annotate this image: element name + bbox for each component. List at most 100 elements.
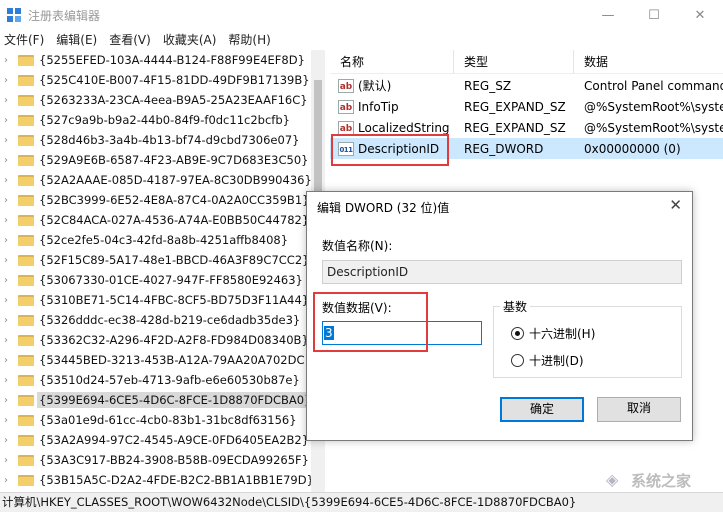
tree-scrollbar-thumb[interactable] [314,80,322,200]
value-name: (默认) [358,79,392,93]
maximize-button[interactable]: ☐ [631,0,677,30]
string-value-icon: ab [338,78,354,93]
tree-item[interactable]: › {5263233A-23CA-4eea-B9A5-25A23EAAF16C} [0,90,324,110]
value-name-cell: ab (默认) [330,77,454,94]
regedit-app-icon [7,8,21,22]
expand-chevron-icon[interactable]: › [0,335,16,346]
menu-edit[interactable]: 编辑(E) [50,30,103,50]
tree-item[interactable]: › {5399E694-6CE5-4D6C-8FCE-1D8870FDCBA0} [0,390,324,410]
edit-dword-dialog: 编辑 DWORD (32 位)值 ✕ 数值名称(N): DescriptionI… [306,191,693,441]
expand-chevron-icon[interactable]: › [0,395,16,406]
tree-item-label: {53a01e9d-61cc-4cb0-83b1-31bc8df63156} [39,413,297,427]
tree-item[interactable]: › {53a01e9d-61cc-4cb0-83b1-31bc8df63156} [0,410,324,430]
tree-item[interactable]: › {52BC3999-6E52-4E8A-87C4-0A2A0CC359B1} [0,190,324,210]
expand-chevron-icon[interactable]: › [0,375,16,386]
key-tree: › {5255EFED-103A-4444-B124-F88F99E4EF8D} ›… [0,50,325,492]
string-value-icon: ab [338,99,354,114]
expand-chevron-icon[interactable]: › [0,135,16,146]
tree-item[interactable]: › {53445BED-3213-453B-A12A-79AA20A702DC} [0,350,324,370]
tree-item-label: {53067330-01CE-4027-947F-FF8580E92463} [39,273,303,287]
tree-item-label: {527c9a9b-b9a2-44b0-84f9-f0dc11c2bcfb} [39,113,290,127]
annotation-box-value-data [313,292,428,352]
ok-button[interactable]: 确定 [500,397,584,422]
value-name-field: DescriptionID [322,260,682,284]
tree-item-label: {53362C32-A296-4F2D-A2F8-FD984D08340B} [39,333,309,347]
watermark-text: 系统之家 [631,471,692,490]
column-header-type[interactable]: 类型 [454,50,574,74]
tree-item[interactable]: › {53B15A5C-D2A2-4FDE-B2C2-BB1A1BB1E79D} [0,470,324,490]
dialog-close-icon[interactable]: ✕ [669,196,682,214]
tree-item-label: {5326dddc-ec38-428d-b219-ce6dadb35de3} [39,313,301,327]
expand-chevron-icon[interactable]: › [0,215,16,226]
tree-item[interactable]: › {53067330-01CE-4027-947F-FF8580E92463} [0,270,324,290]
tree-item-label: {529A9E6B-6587-4F23-AB9E-9C7D683E3C50} [39,153,309,167]
tree-item[interactable]: › {52C84ACA-027A-4536-A74A-E0BB50C44782} [0,210,324,230]
tree-item[interactable]: › {53A2A994-97C2-4545-A9CE-0FD6405EA2B2} [0,430,324,450]
menu-help[interactable]: 帮助(H) [222,30,276,50]
menu-favorites[interactable]: 收藏夹(A) [157,30,223,50]
column-header-name[interactable]: 名称 [330,50,454,74]
minimize-button[interactable]: — [585,0,631,30]
expand-chevron-icon[interactable]: › [0,175,16,186]
tree-item-label: {5399E694-6CE5-4D6C-8FCE-1D8870FDCBA0} [37,392,314,408]
folder-icon [18,54,34,66]
close-button[interactable]: ✕ [677,0,723,30]
expand-chevron-icon[interactable]: › [0,275,16,286]
expand-chevron-icon[interactable]: › [0,195,16,206]
tree-item-label: {52BC3999-6E52-4E8A-87C4-0A2A0CC359B1} [39,193,310,207]
folder-icon [18,114,34,126]
tree-item-label: {53510d24-57eb-4713-9afb-e6e60530b87e} [39,373,300,387]
expand-chevron-icon[interactable]: › [0,355,16,366]
folder-icon [18,234,34,246]
expand-chevron-icon[interactable]: › [0,415,16,426]
folder-icon [18,314,34,326]
base-group-label: 基数 [500,298,531,315]
expand-chevron-icon[interactable]: › [0,75,16,86]
value-row[interactable]: ab (默认) REG_SZ Control Panel command [330,75,723,96]
expand-chevron-icon[interactable]: › [0,455,16,466]
expand-chevron-icon[interactable]: › [0,475,16,486]
folder-icon [18,294,34,306]
folder-icon [18,194,34,206]
tree-item[interactable]: › {5255EFED-103A-4444-B124-F88F99E4EF8D} [0,50,324,70]
window-title: 注册表编辑器 [28,9,101,23]
tree-item[interactable]: › {53A3C917-BB24-3908-B58B-09ECDA99265F} [0,450,324,470]
tree-item[interactable]: › {52F15C89-5A17-48e1-BBCD-46A3F89C7CC2} [0,250,324,270]
tree-item-label: {5255EFED-103A-4444-B124-F88F99E4EF8D} [39,53,305,67]
expand-chevron-icon[interactable]: › [0,295,16,306]
expand-chevron-icon[interactable]: › [0,155,16,166]
tree-item-label: {53A2A994-97C2-4545-A9CE-0FD6405EA2B2} [39,433,310,447]
expand-chevron-icon[interactable]: › [0,115,16,126]
column-header-data[interactable]: 数据 [574,50,723,74]
tree-item[interactable]: › {52ce2fe5-04c3-42fd-8a8b-4251affb8408} [0,230,324,250]
tree-item[interactable]: › {5326dddc-ec38-428d-b219-ce6dadb35de3} [0,310,324,330]
value-row[interactable]: ab InfoTip REG_EXPAND_SZ @%SystemRoot%\syst… [330,96,723,117]
value-name-cell: ab InfoTip [330,99,454,114]
tree-item[interactable]: › {527c9a9b-b9a2-44b0-84f9-f0dc11c2bcfb} [0,110,324,130]
tree-item[interactable]: › {528d46b3-3a4b-4b13-bf74-d9cbd7306e07} [0,130,324,150]
tree-item[interactable]: › {52A2AAAE-085D-4187-97EA-8C30DB990436} [0,170,324,190]
radio-hex[interactable]: 十六进制(H) [511,325,595,342]
menu-file[interactable]: 文件(F) [0,30,50,50]
tree-item[interactable]: › {525C410E-B007-4F15-81DD-49DF9B17139B} [0,70,324,90]
tree-item[interactable]: › {53362C32-A296-4F2D-A2F8-FD984D08340B} [0,330,324,350]
tree-item-label: {525C410E-B007-4F15-81DD-49DF9B17139B} [39,73,310,87]
tree-item[interactable]: › {53510d24-57eb-4713-9afb-e6e60530b87e} [0,370,324,390]
expand-chevron-icon[interactable]: › [0,55,16,66]
menu-view[interactable]: 查看(V) [103,30,157,50]
string-value-icon: ab [338,120,354,135]
expand-chevron-icon[interactable]: › [0,255,16,266]
value-name-label: 数值名称(N): [322,239,393,253]
expand-chevron-icon[interactable]: › [0,95,16,106]
radio-dec-button[interactable] [511,354,524,367]
tree-item[interactable]: › {529A9E6B-6587-4F23-AB9E-9C7D683E3C50} [0,150,324,170]
folder-icon [18,74,34,86]
radio-dec[interactable]: 十进制(D) [511,352,584,369]
tree-item[interactable]: › {5310BE71-5C14-4FBC-8CF5-BD75D3F11A44} [0,290,324,310]
title-bar: 注册表编辑器 — ☐ ✕ [0,0,723,30]
cancel-button[interactable]: 取消 [597,397,681,422]
expand-chevron-icon[interactable]: › [0,235,16,246]
radio-hex-button[interactable] [511,327,524,340]
expand-chevron-icon[interactable]: › [0,315,16,326]
expand-chevron-icon[interactable]: › [0,435,16,446]
